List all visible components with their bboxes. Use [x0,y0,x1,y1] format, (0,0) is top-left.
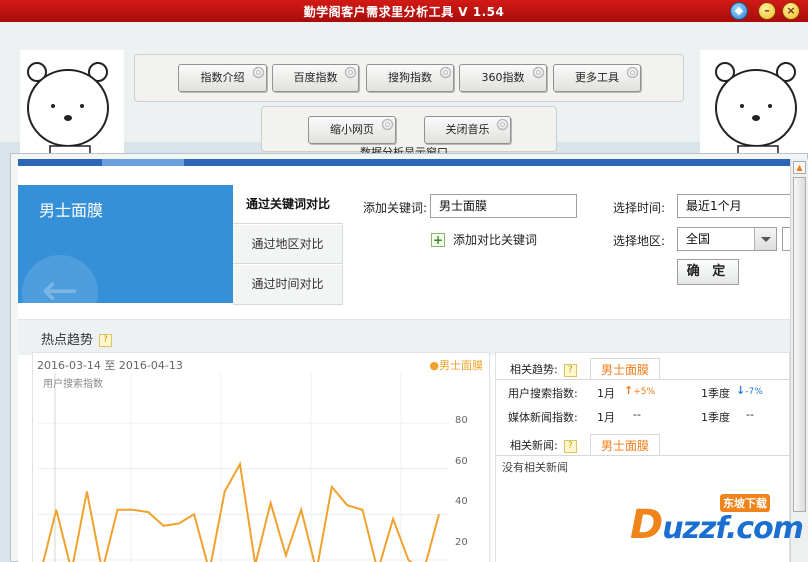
sogou-index-label: 搜狗指数 [388,71,432,84]
header-strip [18,159,790,166]
search-month-change-value: +5% [633,387,656,397]
shrink-page-label: 缩小网页 [330,123,374,136]
divider [496,455,790,456]
baidu-index-label: 百度指数 [293,71,338,84]
hot-trend-label: 热点趋势 [41,333,94,348]
title-bar: 勤学阁客户需求里分析工具 V 1.54 ◆ – × [0,0,808,22]
keyword-input[interactable]: 男士面膜 [430,194,577,218]
keyword-title: 男士面膜 [39,201,104,220]
tab-compare-time[interactable]: 通过时间对比 [233,265,343,305]
chevron-down-icon[interactable] [754,228,776,250]
media-index-label: 媒体新闻指数: [508,411,578,424]
series-line [42,461,440,562]
search-quarter: 1季度 [701,387,730,400]
city-select[interactable] [782,227,790,251]
index-intro-button[interactable]: 指数介绍 [178,64,267,92]
swirl-icon [252,66,265,79]
related-trend-label: 相关趋势: [510,363,558,376]
scroll-thumb[interactable] [793,177,806,512]
y-tick-60: 60 [455,456,468,467]
watermark-badge: 东坡下载 [720,494,770,512]
plus-icon: + [431,233,445,247]
close-music-button[interactable]: 关闭音乐 [424,116,511,144]
keyword-panel: 男士面膜 ← [18,185,233,331]
related-news-label: 相关新闻: [510,439,558,452]
chart-legend: ●男士面膜 [429,359,483,372]
scroll-up-icon[interactable]: ▲ [793,161,806,174]
add-compare-link[interactable]: + 添加对比关键词 [431,231,537,248]
close-button[interactable]: × [782,2,800,20]
search-quarter-change-value: -7% [745,387,763,397]
search-index-label: 用户搜索指数: [508,387,578,400]
help-icon[interactable]: ? [99,334,113,347]
related-news-tag[interactable]: 男士面膜 [590,434,660,456]
hot-trend-title: 热点趋势? [41,329,113,348]
header-strip-accent [102,159,184,166]
related-news-header: 相关新闻:? [510,437,577,453]
arrow-down-icon: ↓ [736,384,746,397]
media-month: 1月 [597,411,615,424]
media-quarter: 1季度 [701,411,730,424]
more-tools-label: 更多工具 [575,71,619,84]
hot-trend-header: 热点趋势? [18,319,790,355]
help-icon[interactable]: ? [563,439,577,453]
no-news-text: 没有相关新闻 [502,461,568,474]
trend-chart: 2016-03-14 至 2016-04-13 ●男士面膜 用户搜索指数 80 … [32,352,491,562]
index-360-label: 360指数 [481,71,525,84]
help-icon[interactable]: ? [563,363,577,377]
swirl-icon [439,66,452,79]
chart-date-range: 2016-03-14 至 2016-04-13 [37,359,183,372]
confirm-button[interactable]: 确 定 [677,259,739,285]
close-music-label: 关闭音乐 [445,123,490,136]
media-month-value: -- [633,408,641,421]
swirl-icon [344,66,357,79]
app-title: 勤学阁客户需求里分析工具 V 1.54 [303,5,505,19]
region-value: 全国 [686,232,711,246]
toolbar-panel-main: 指数介绍 百度指数 搜狗指数 360指数 更多工具 [134,54,684,102]
tab-compare-region[interactable]: 通过地区对比 [233,225,343,264]
shrink-page-button[interactable]: 缩小网页 [308,116,396,144]
tab-compare-keyword[interactable]: 通过关键词对比 [233,185,343,224]
swirl-icon [496,118,509,131]
more-tools-button[interactable]: 更多工具 [553,64,641,92]
swirl-icon [532,66,545,79]
sogou-index-button[interactable]: 搜狗指数 [366,64,454,92]
arrow-up-icon: ↑ [624,384,634,397]
index-360-button[interactable]: 360指数 [459,64,547,92]
add-keyword-label: 添加关键词: [363,201,428,215]
time-select[interactable]: 最近1个月 [677,194,790,218]
search-month-change: ↑+5% [624,384,655,397]
y-tick-40: 40 [455,496,468,507]
time-label: 选择时间: [613,201,666,215]
search-quarter-change: ↓-7% [736,384,763,397]
minimize-button[interactable]: – [758,2,776,20]
watermark-logo: Duzzf.com 东坡下载 [630,494,804,548]
top-panel: 指数介绍 百度指数 搜狗指数 360指数 更多工具 缩小网页 关闭音乐 [0,22,808,160]
media-quarter-value: -- [746,408,754,421]
watermark-text: uzzf.com [662,511,804,546]
swirl-icon [381,118,394,131]
y-tick-20: 20 [455,537,468,548]
divider [496,379,790,380]
region-label: 选择地区: [613,234,666,248]
related-trend-tag[interactable]: 男士面膜 [590,358,660,380]
swirl-icon [626,66,639,79]
index-intro-label: 指数介绍 [200,71,245,84]
region-select[interactable]: 全国 [677,227,777,251]
chart-y-label: 用户搜索指数 [43,379,103,390]
related-trend-header: 相关趋势:? [510,361,577,377]
add-compare-label: 添加对比关键词 [453,233,538,247]
search-month: 1月 [597,387,615,400]
y-tick-80: 80 [455,415,468,426]
skin-button[interactable]: ◆ [730,2,748,20]
baidu-index-button[interactable]: 百度指数 [272,64,359,92]
